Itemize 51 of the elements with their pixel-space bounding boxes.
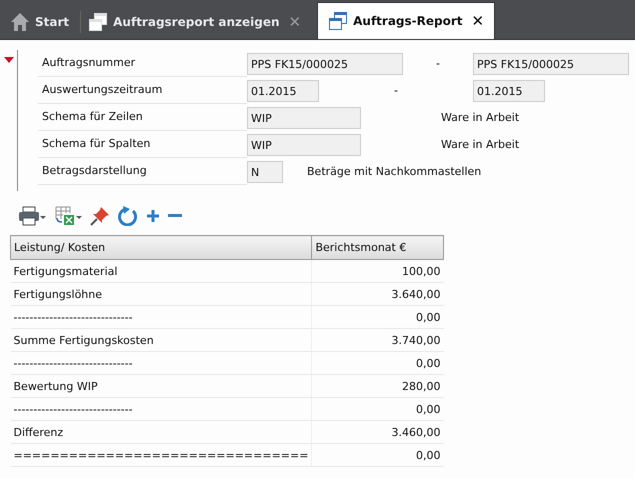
table-cell: 3.740,00 — [312, 328, 444, 352]
table-cell: Fertigungsmaterial — [10, 260, 312, 282]
table-cell: Fertigungslöhne — [10, 282, 312, 306]
collapse-icon[interactable] — [4, 57, 14, 63]
input-field[interactable]: WIP — [247, 106, 361, 128]
field-description: Ware in Arbeit — [441, 138, 520, 151]
field-description: Beträge mit Nachkommastellen — [307, 165, 482, 178]
field-label: Auftragsnummer — [38, 50, 247, 77]
tab[interactable]: Auftragsreport anzeigen ✕ — [86, 5, 308, 39]
table-cell: 0,00 — [312, 444, 444, 466]
print-icon[interactable] — [18, 206, 46, 226]
column-header[interactable]: Berichtsmonat € — [312, 236, 444, 260]
add-icon[interactable] — [146, 209, 160, 223]
table-cell: 3.640,00 — [312, 282, 444, 306]
windows-icon — [328, 11, 348, 31]
range-separator: - — [435, 57, 441, 70]
refresh-icon[interactable] — [118, 206, 138, 226]
table-cell: 280,00 — [312, 374, 444, 398]
home-icon — [10, 12, 30, 32]
windows-icon — [88, 12, 108, 32]
table-cell: ------------------------------ — [10, 306, 312, 328]
tab[interactable]: Auftrags-Report ✕ — [317, 2, 496, 39]
table-cell: Bewertung WIP — [10, 374, 312, 398]
input-field[interactable]: 01.2015 — [247, 80, 319, 102]
input-field[interactable]: N — [247, 160, 283, 182]
spreadsheet-export-icon[interactable] — [54, 206, 82, 226]
pin-icon[interactable] — [90, 206, 110, 226]
close-icon[interactable]: ✕ — [472, 12, 484, 30]
input-field[interactable]: WIP — [247, 134, 361, 156]
input-field[interactable]: PPS FK15/000025 — [473, 52, 629, 74]
table-cell: 0,00 — [312, 352, 444, 374]
range-separator: - — [393, 84, 399, 97]
input-field[interactable]: PPS FK15/000025 — [247, 52, 403, 74]
table-cell: 100,00 — [312, 260, 444, 282]
table-cell: ================================ — [10, 444, 312, 466]
table-cell: Summe Fertigungskosten — [10, 328, 312, 352]
table-cell: 0,00 — [312, 306, 444, 328]
field-label: Schema für Zeilen — [38, 104, 247, 131]
table-cell: ------------------------------ — [10, 352, 312, 374]
table-cell: ------------------------------ — [10, 398, 312, 420]
remove-icon[interactable] — [168, 214, 182, 218]
tab[interactable]: Start — [8, 5, 76, 39]
input-field[interactable]: 01.2015 — [473, 80, 545, 102]
table-cell: 0,00 — [312, 398, 444, 420]
field-label: Auswertungszeitraum — [38, 77, 247, 104]
column-header[interactable]: Leistung/ Kosten — [10, 236, 312, 260]
table-cell: Differenz — [10, 420, 312, 444]
field-label: Betragsdarstellung — [38, 158, 247, 185]
field-label: Schema für Spalten — [38, 131, 247, 158]
table-cell: 3.460,00 — [312, 420, 444, 444]
field-description: Ware in Arbeit — [441, 111, 520, 124]
